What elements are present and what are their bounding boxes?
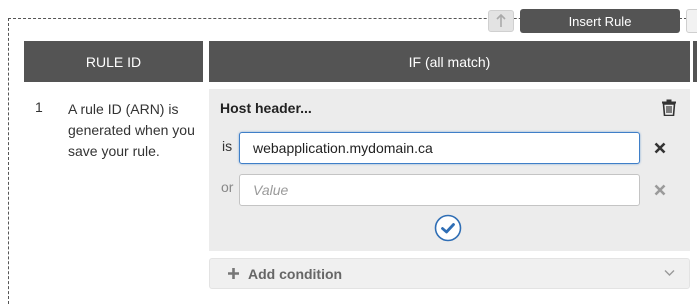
condition-panel: Host header... is webapplication.mydomai… (209, 89, 690, 251)
close-icon[interactable] (654, 142, 666, 154)
move-up-button[interactable] (488, 10, 514, 32)
operator-is-label: is (222, 138, 233, 154)
add-condition-label: Add condition (248, 265, 343, 282)
arrow-up-icon (496, 14, 506, 27)
condition-title: Host header... (220, 100, 312, 116)
checkmark-icon[interactable] (434, 214, 462, 242)
trash-icon[interactable] (661, 99, 677, 116)
host-header-input[interactable]: webapplication.mydomain.ca (239, 132, 640, 164)
chevron-down-icon (664, 270, 675, 276)
insert-rule-button[interactable]: Insert Rule (520, 9, 680, 33)
column-header-edge (693, 41, 697, 82)
rule-number: 1 (35, 99, 43, 115)
column-header-if: IF (all match) (209, 41, 690, 82)
add-condition-button[interactable]: Add condition (209, 258, 690, 289)
rule-group-border-left (8, 18, 9, 304)
column-header-rule-id: RULE ID (24, 41, 203, 82)
value-input[interactable]: Value (239, 174, 640, 206)
plus-icon (228, 268, 239, 279)
toolbar-edge-button[interactable] (686, 9, 697, 33)
rule-id-description: A rule ID (ARN) is generated when you sa… (68, 101, 195, 159)
operator-or-label: or (221, 179, 234, 195)
close-icon[interactable] (654, 184, 666, 196)
